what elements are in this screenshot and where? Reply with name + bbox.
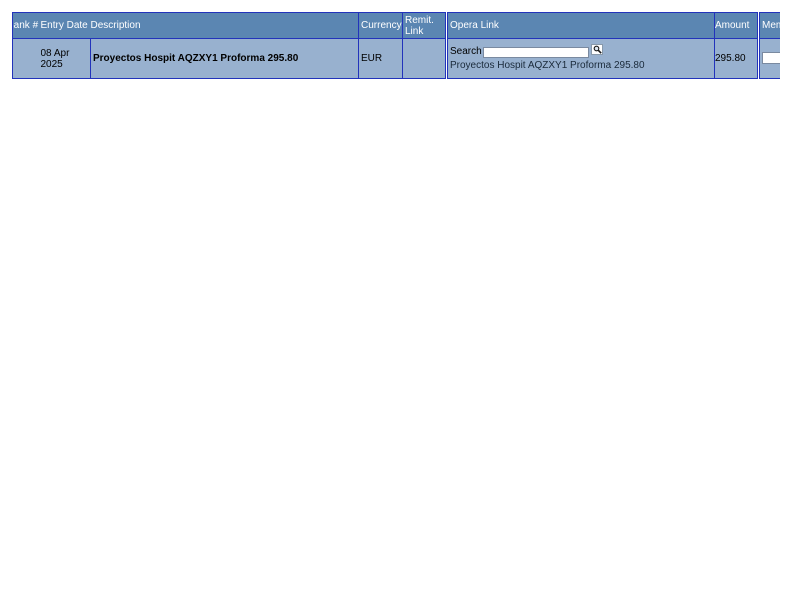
cell-opera-link: Search Proyectos Hospit AQZXY1 Proforma … (446, 38, 715, 79)
opera-search-input[interactable] (482, 46, 589, 58)
opera-search-button[interactable] (590, 43, 603, 55)
header-rank-label: Bank # (13, 20, 39, 31)
table-row: 08 Apr 2025 Proyectos Hospit AQZXY1 Prof… (12, 38, 780, 79)
search-label: Search (450, 46, 482, 57)
header-description[interactable]: Description (90, 12, 359, 39)
header-entry-date[interactable]: Entry Date (40, 12, 91, 39)
header-amount[interactable]: Amount (714, 12, 760, 39)
cell-memo (758, 38, 780, 79)
cell-amount: 295.80 (714, 38, 760, 79)
header-remit-link[interactable]: Remit. Link (402, 12, 448, 39)
cell-rank (12, 38, 41, 79)
header-rank[interactable]: Bank # (12, 12, 41, 39)
header-memo[interactable]: Memo (758, 12, 780, 39)
header-opera-link[interactable]: Opera Link (446, 12, 715, 39)
cell-currency: EUR (358, 38, 403, 79)
cell-entry-date: 08 Apr 2025 (40, 38, 91, 79)
table-header-row: Bank # Entry Date Description Currency R… (12, 12, 780, 39)
cell-description: Proyectos Hospit AQZXY1 Proforma 295.80 (90, 38, 359, 79)
opera-search-line: Search (450, 43, 714, 59)
memo-input[interactable] (762, 51, 780, 64)
opera-link-text[interactable]: Proyectos Hospit AQZXY1 Proforma 295.80 (450, 60, 714, 72)
description-text: Proyectos Hospit AQZXY1 Proforma 295.80 (93, 53, 299, 64)
bank-entries-table: Bank # Entry Date Description Currency R… (12, 12, 780, 79)
header-currency[interactable]: Currency (358, 12, 403, 39)
page-viewport: Bank # Entry Date Description Currency R… (0, 0, 780, 612)
magnifier-icon (593, 45, 602, 54)
cell-remit-link (402, 38, 448, 79)
